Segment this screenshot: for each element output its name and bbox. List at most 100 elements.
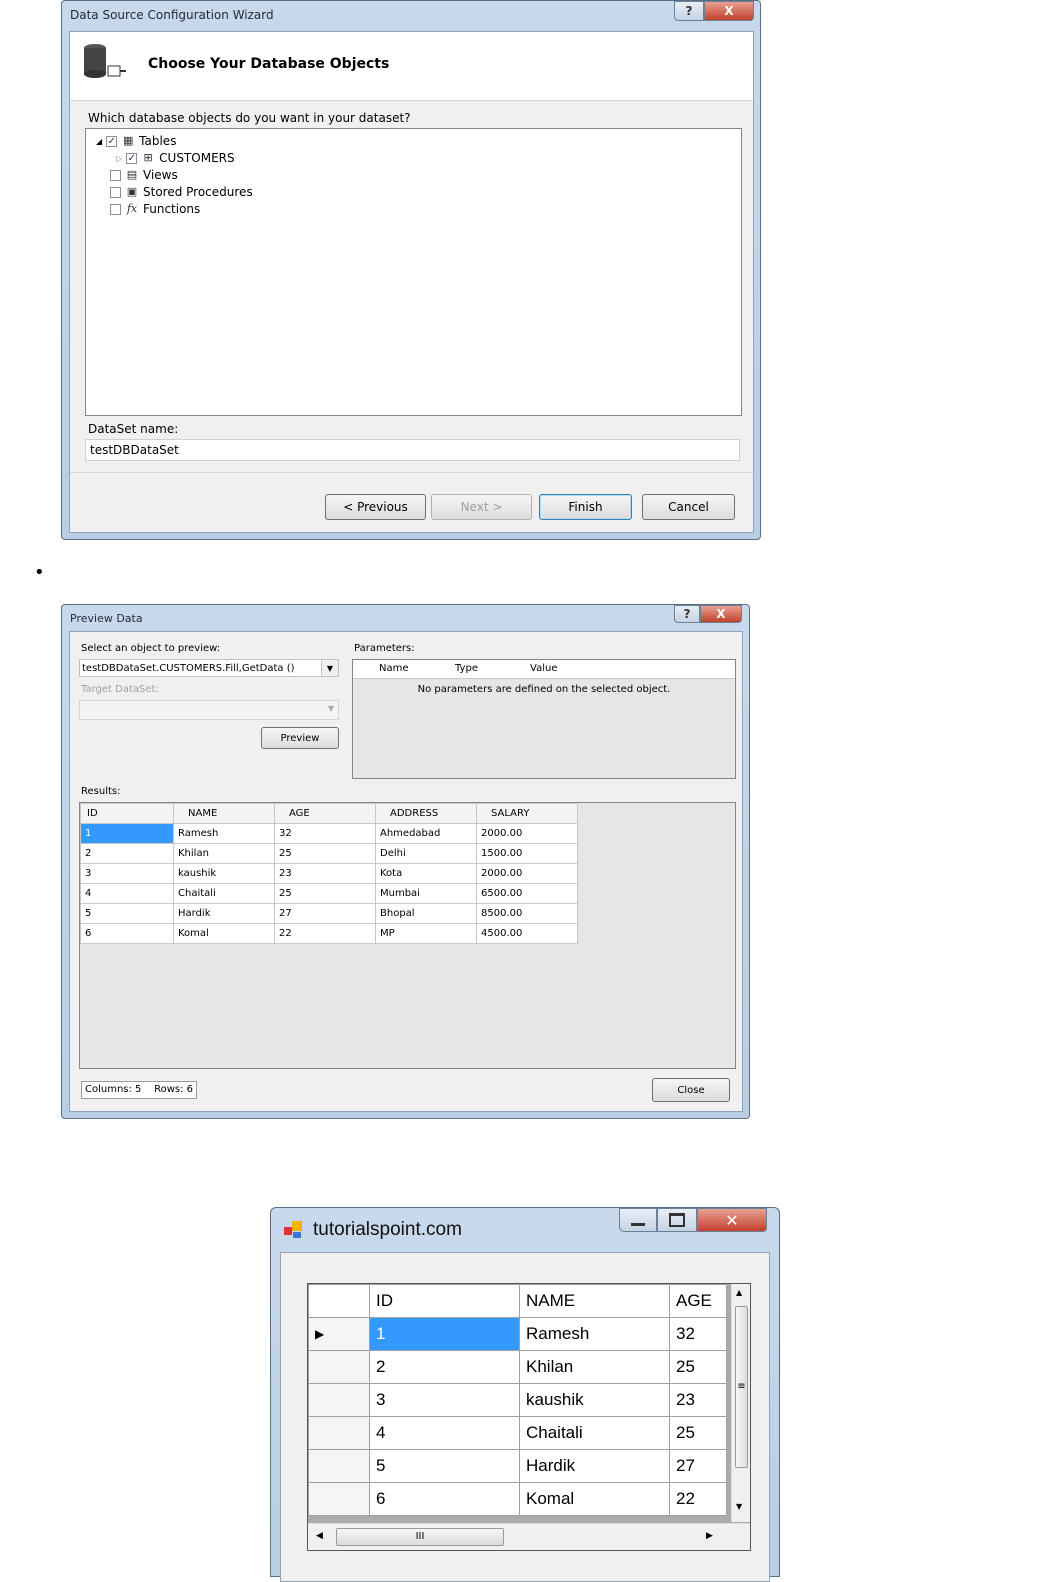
table-cell[interactable]: Ramesh: [173, 823, 275, 844]
close-button[interactable]: X: [700, 605, 742, 623]
tree-item-stored-procedures[interactable]: ▣ Stored Procedures: [110, 184, 253, 200]
wizard-titlebar[interactable]: Data Source Configuration Wizard ? X: [62, 1, 760, 29]
table-cell[interactable]: kaushik: [519, 1383, 670, 1417]
table-row[interactable]: 2 Khilan 25: [308, 1350, 727, 1384]
table-cell[interactable]: 2: [80, 843, 174, 864]
table-row[interactable]: 3 kaushik 23 Kota 2000.00: [80, 863, 578, 884]
table-cell[interactable]: Hardik: [173, 903, 275, 924]
table-cell[interactable]: 5: [80, 903, 174, 924]
table-cell[interactable]: 1: [369, 1317, 520, 1351]
table-row[interactable]: 5 Hardik 27: [308, 1449, 727, 1483]
results-col-header[interactable]: SALARY: [476, 803, 578, 824]
table-cell[interactable]: 1500.00: [476, 843, 578, 864]
vertical-scroll-thumb[interactable]: ≡: [735, 1306, 748, 1468]
table-cell[interactable]: Komal: [173, 923, 275, 944]
table-cell[interactable]: 23: [669, 1383, 727, 1417]
table-cell[interactable]: 6: [80, 923, 174, 944]
table-row[interactable]: 1 Ramesh 32 Ahmedabad 2000.00: [80, 823, 578, 844]
table-cell[interactable]: MP: [375, 923, 477, 944]
table-cell[interactable]: 2: [369, 1350, 520, 1384]
row-header[interactable]: [308, 1383, 370, 1417]
form-titlebar[interactable]: tutorialspoint.com ✕: [271, 1208, 779, 1248]
table-cell[interactable]: 6500.00: [476, 883, 578, 904]
table-cell[interactable]: 2000.00: [476, 823, 578, 844]
table-row[interactable]: 3 kaushik 23: [308, 1383, 727, 1417]
table-cell[interactable]: Ahmedabad: [375, 823, 477, 844]
row-header[interactable]: [308, 1350, 370, 1384]
finish-button[interactable]: Finish: [539, 494, 632, 520]
table-cell[interactable]: Khilan: [173, 843, 275, 864]
previous-button[interactable]: < Previous: [325, 494, 426, 520]
data-grid-view[interactable]: ID NAME AGE ▶ 1 Ramesh 32 2 Khilan 25 3 kaushik 23 4…: [307, 1283, 751, 1551]
tree-item-customers[interactable]: ▷ ✓ ⊞ CUSTOMERS: [116, 150, 235, 166]
table-cell[interactable]: 27: [669, 1449, 727, 1483]
current-row-indicator-icon[interactable]: ▶: [308, 1317, 370, 1351]
table-cell[interactable]: Chaitali: [519, 1416, 670, 1450]
table-cell[interactable]: 8500.00: [476, 903, 578, 924]
horizontal-scrollbar[interactable]: ◀ III ▶: [308, 1523, 750, 1550]
table-row[interactable]: 4 Chaitali 25 Mumbai 6500.00: [80, 883, 578, 904]
row-header[interactable]: [308, 1449, 370, 1483]
functions-checkbox[interactable]: [110, 203, 121, 215]
close-dialog-button[interactable]: Close: [652, 1078, 730, 1102]
tree-item-tables[interactable]: ◢ ✓ ▦ Tables: [96, 133, 176, 149]
next-button[interactable]: Next >: [431, 494, 532, 520]
object-select[interactable]: testDBDataSet.CUSTOMERS.Fill,GetData () …: [79, 659, 339, 677]
results-col-header[interactable]: ID: [80, 803, 174, 824]
results-grid[interactable]: ID NAME AGE ADDRESS SALARY 1 Ramesh 32 Ahmedaba…: [79, 802, 736, 1069]
table-row[interactable]: 6 Komal 22 MP 4500.00: [80, 923, 578, 944]
preview-titlebar[interactable]: Preview Data ? X: [62, 605, 749, 633]
table-cell[interactable]: 27: [274, 903, 376, 924]
scroll-up-icon[interactable]: ▲: [736, 1288, 742, 1297]
parameters-grid[interactable]: Name Type Value No parameters are define…: [352, 659, 736, 779]
table-row[interactable]: 4 Chaitali 25: [308, 1416, 727, 1450]
dropdown-arrow-icon[interactable]: ▼: [321, 660, 338, 676]
tree-item-views[interactable]: ▤ Views: [110, 167, 178, 183]
help-button[interactable]: ?: [674, 605, 700, 623]
tree-item-functions[interactable]: fx Functions: [110, 201, 200, 217]
close-button[interactable]: ✕: [697, 1208, 767, 1232]
table-row[interactable]: 6 Komal 22: [308, 1482, 727, 1516]
cancel-button[interactable]: Cancel: [642, 494, 735, 520]
form-col-header[interactable]: AGE: [669, 1284, 727, 1318]
table-cell[interactable]: 25: [274, 883, 376, 904]
table-cell[interactable]: 1: [80, 823, 174, 844]
row-header[interactable]: [308, 1416, 370, 1450]
table-cell[interactable]: 6: [369, 1482, 520, 1516]
table-cell[interactable]: Hardik: [519, 1449, 670, 1483]
table-cell[interactable]: 2000.00: [476, 863, 578, 884]
table-cell[interactable]: 25: [669, 1350, 727, 1384]
table-cell[interactable]: Delhi: [375, 843, 477, 864]
tables-checkbox[interactable]: ✓: [106, 135, 118, 147]
close-button[interactable]: X: [704, 1, 754, 21]
scroll-left-icon[interactable]: ◀: [316, 1531, 323, 1541]
expand-arrow-icon[interactable]: ▷: [116, 154, 122, 163]
row-header[interactable]: [308, 1482, 370, 1516]
form-col-header[interactable]: ID: [369, 1284, 520, 1318]
target-dataset-select[interactable]: ▼: [79, 700, 339, 720]
results-col-header[interactable]: ADDRESS: [375, 803, 477, 824]
table-cell[interactable]: Mumbai: [375, 883, 477, 904]
table-cell[interactable]: 32: [669, 1317, 727, 1351]
scroll-right-icon[interactable]: ▶: [706, 1531, 713, 1541]
maximize-button[interactable]: [657, 1208, 697, 1232]
table-cell[interactable]: Chaitali: [173, 883, 275, 904]
table-row[interactable]: ▶ 1 Ramesh 32: [308, 1317, 727, 1351]
table-row[interactable]: 5 Hardik 27 Bhopal 8500.00: [80, 903, 578, 924]
table-cell[interactable]: 3: [80, 863, 174, 884]
table-cell[interactable]: 25: [669, 1416, 727, 1450]
results-col-header[interactable]: AGE: [274, 803, 376, 824]
table-cell[interactable]: 4: [369, 1416, 520, 1450]
table-row[interactable]: 2 Khilan 25 Delhi 1500.00: [80, 843, 578, 864]
preview-button[interactable]: Preview: [261, 727, 339, 749]
minimize-button[interactable]: [619, 1208, 657, 1232]
table-cell[interactable]: 32: [274, 823, 376, 844]
customers-checkbox[interactable]: ✓: [126, 152, 138, 164]
table-cell[interactable]: 23: [274, 863, 376, 884]
table-cell[interactable]: 4500.00: [476, 923, 578, 944]
table-cell[interactable]: 25: [274, 843, 376, 864]
table-cell[interactable]: Kota: [375, 863, 477, 884]
horizontal-scroll-thumb[interactable]: III: [336, 1528, 504, 1546]
table-cell[interactable]: Ramesh: [519, 1317, 670, 1351]
table-cell[interactable]: 5: [369, 1449, 520, 1483]
